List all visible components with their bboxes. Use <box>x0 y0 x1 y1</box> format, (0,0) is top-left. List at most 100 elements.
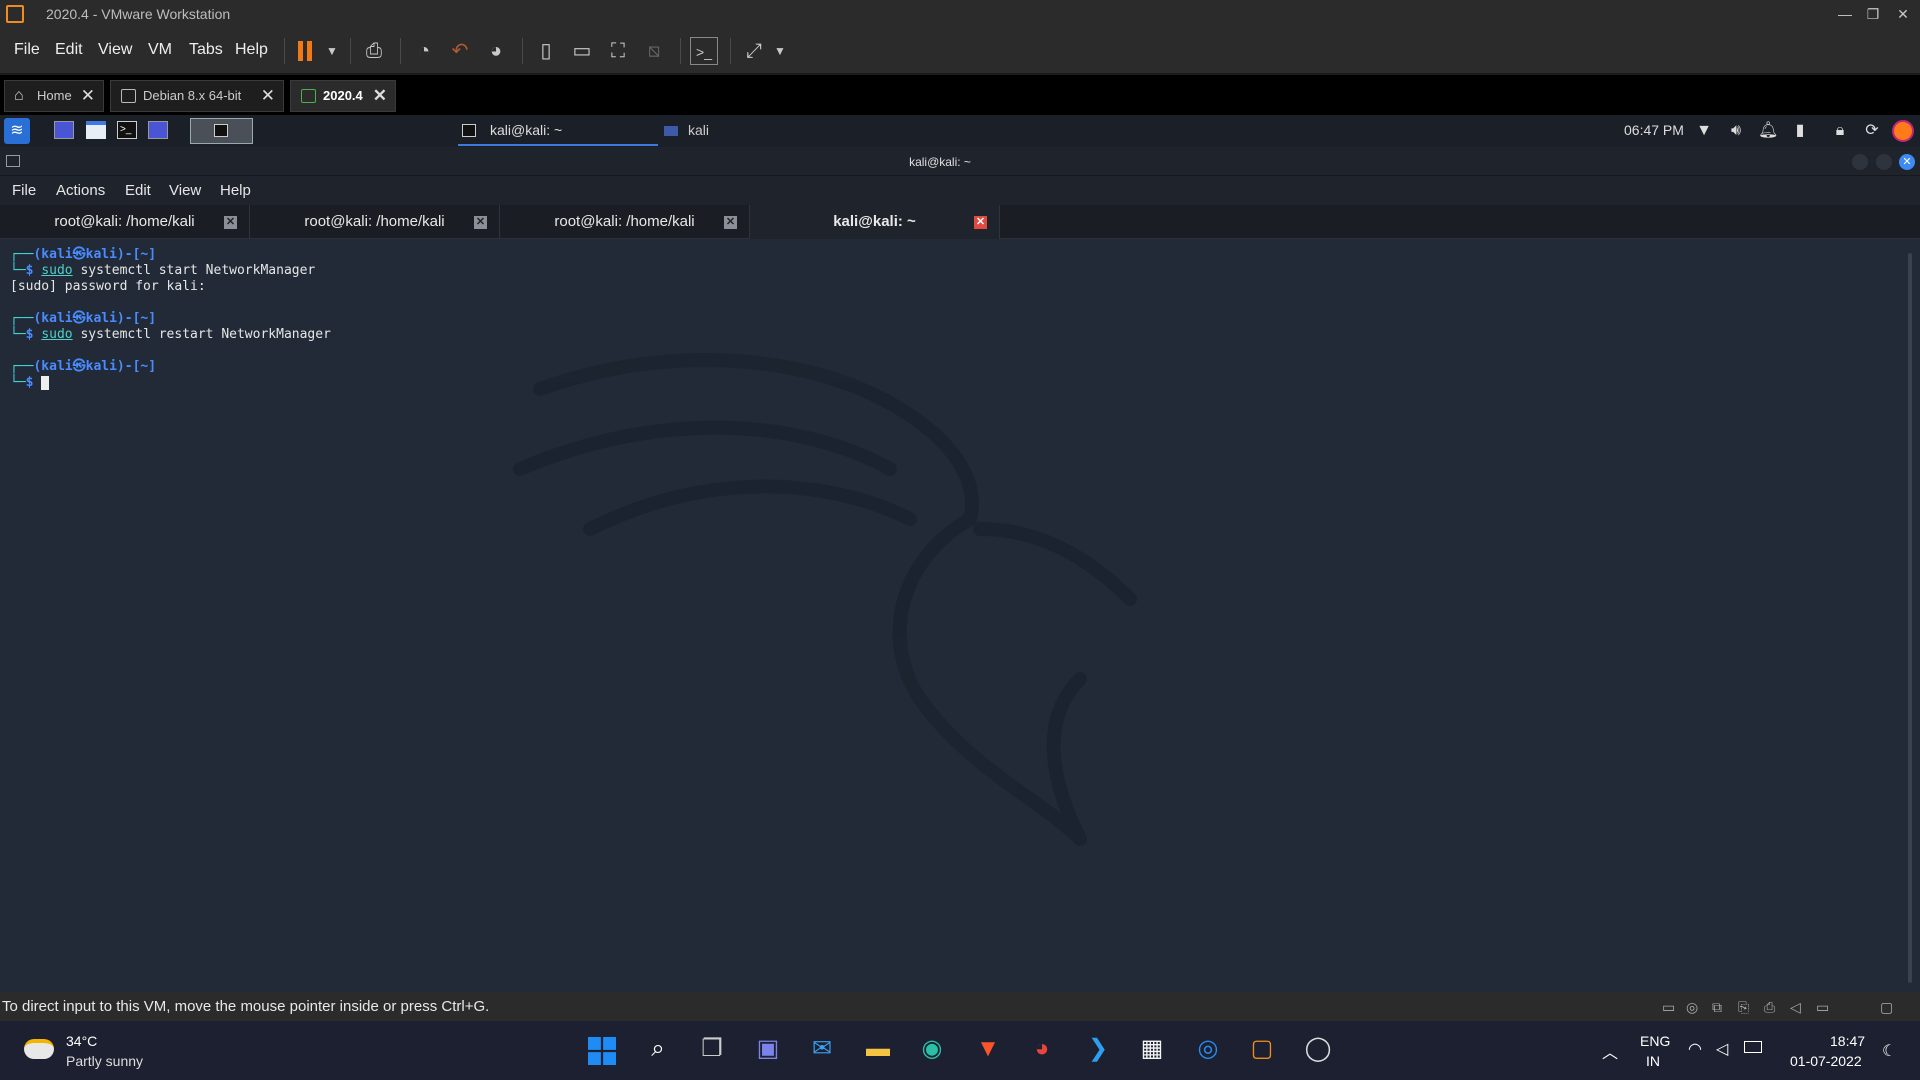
weather-desc[interactable]: Partly sunny <box>66 1053 143 1069</box>
cd-icon[interactable]: ◎ <box>1686 999 1698 1016</box>
language-top[interactable]: ENG <box>1640 1033 1670 1049</box>
terminal-tab-1[interactable]: root@kali: /home/kali ✕ <box>0 205 250 239</box>
sound-icon[interactable]: ◁ <box>1790 999 1801 1016</box>
terminal-tab-2[interactable]: root@kali: /home/kali ✕ <box>250 205 500 239</box>
mail-icon[interactable]: ✉ <box>804 1031 840 1067</box>
menu-file[interactable]: File <box>14 41 40 59</box>
network-adapter-icon[interactable]: ⧉ <box>1712 999 1722 1016</box>
vmware-taskbar-icon[interactable]: ▢ <box>1244 1031 1280 1067</box>
network-icon[interactable]: ▼ <box>1694 121 1714 141</box>
terminal-tab-4[interactable]: kali@kali: ~ ✕ <box>750 205 1000 239</box>
file-manager-icon[interactable] <box>86 121 106 139</box>
clock-date[interactable]: 01-07-2022 <box>1790 1053 1862 1069</box>
close-icon[interactable]: ✕ <box>373 81 387 111</box>
minimize-button[interactable]: — <box>1830 0 1860 29</box>
scrollbar[interactable] <box>1908 253 1912 983</box>
language-bottom[interactable]: IN <box>1646 1053 1660 1069</box>
menu-help[interactable]: Help <box>235 41 268 59</box>
menu-help[interactable]: Help <box>220 182 251 199</box>
show-desktop-icon[interactable] <box>54 121 74 139</box>
brave-icon[interactable]: ▼ <box>970 1031 1006 1067</box>
menu-tabs[interactable]: Tabs <box>189 41 223 59</box>
terminal-icon[interactable]: >_ <box>117 121 137 139</box>
edge-icon[interactable]: ◉ <box>914 1031 950 1067</box>
command-text: systemctl restart NetworkManager <box>72 327 331 342</box>
tab-label: Home <box>37 88 72 103</box>
clock[interactable]: 06:47 PM <box>1624 122 1684 138</box>
task-view-icon[interactable]: ❐ <box>694 1031 730 1067</box>
close-icon[interactable]: ✕ <box>224 216 237 229</box>
tab-2020-4[interactable]: 2020.4 ✕ <box>290 80 396 112</box>
chevron-down-icon[interactable]: ▼ <box>318 37 346 65</box>
tab-home[interactable]: ⌂ Home ✕ <box>4 80 104 112</box>
snapshot-icon[interactable]: ◔ <box>410 37 438 65</box>
close-button[interactable]: ✕ <box>1888 0 1918 29</box>
chevron-down-icon[interactable]: ▼ <box>766 37 794 65</box>
printer-icon[interactable]: ⎙ <box>1764 999 1775 1016</box>
close-button[interactable]: ✕ <box>1899 154 1915 170</box>
revert-snapshot-icon[interactable]: ↶ <box>446 37 474 65</box>
file-explorer-icon[interactable]: ▬ <box>860 1031 896 1067</box>
refresh-icon[interactable]: ⟳ <box>1862 121 1882 141</box>
library-icon[interactable]: ▯ <box>532 37 560 65</box>
volume-icon[interactable]: 🔊︎ <box>1726 121 1746 141</box>
menu-view[interactable]: View <box>169 182 201 199</box>
maximize-button[interactable] <box>1876 154 1892 170</box>
chevron-up-icon[interactable]: ︿ <box>1602 1039 1618 1063</box>
focus-assist-icon[interactable]: ☾ <box>1882 1041 1896 1061</box>
hard-disk-icon[interactable]: ▭ <box>1662 999 1675 1016</box>
close-icon[interactable]: ✕ <box>81 81 95 111</box>
ms-store-icon[interactable]: ▦ <box>1134 1031 1170 1067</box>
terminal-output[interactable]: ┌──(kali㉿kali)-[~] └─$ sudo systemctl st… <box>0 239 1920 992</box>
search-icon[interactable]: ⌕ <box>640 1031 676 1067</box>
message-icon[interactable]: ▢ <box>1880 999 1893 1016</box>
close-icon[interactable]: ✕ <box>724 216 737 229</box>
full-screen-icon[interactable]: ⛶ <box>604 37 632 65</box>
minimize-button[interactable] <box>1852 154 1868 170</box>
weather-cloud-icon[interactable] <box>24 1039 54 1059</box>
unity-icon[interactable]: ⧅ <box>640 37 668 65</box>
menu-edit[interactable]: Edit <box>125 182 151 199</box>
stretch-guest-icon[interactable]: ⤢ <box>740 37 768 65</box>
teams-chat-icon[interactable]: ▣ <box>750 1031 786 1067</box>
snapshot-manager-icon[interactable]: ◕ <box>482 37 510 65</box>
windows-start-icon[interactable] <box>588 1037 616 1065</box>
dell-icon[interactable]: ◯ <box>1300 1031 1336 1067</box>
notification-bell-icon[interactable]: 🔔︎ <box>1758 121 1778 141</box>
usb-icon[interactable]: ⎘ <box>1738 999 1749 1016</box>
screen-recorder-icon[interactable] <box>148 121 168 139</box>
restore-button[interactable]: ❐ <box>1858 0 1888 29</box>
menu-view[interactable]: View <box>98 41 132 59</box>
console-view-icon[interactable]: >_ <box>690 37 718 65</box>
taskbar-item-terminal[interactable]: kali@kali: ~ <box>458 116 658 146</box>
send-ctrl-alt-del-icon[interactable]: ⎙ <box>360 37 388 65</box>
terminal-line: └─$ sudo systemctl start NetworkManager <box>10 263 316 278</box>
menu-file[interactable]: File <box>12 182 36 199</box>
terminal-window-title: kali@kali: ~ <box>909 155 971 169</box>
wifi-icon[interactable]: ◠ <box>1688 1039 1702 1059</box>
vscode-icon[interactable]: ❯ <box>1080 1031 1116 1067</box>
tab-debian[interactable]: Debian 8.x 64-bit ✕ <box>110 80 284 112</box>
lock-icon[interactable]: 🔒︎ <box>1830 121 1850 141</box>
clock-time[interactable]: 18:47 <box>1830 1033 1865 1049</box>
firefox-icon[interactable] <box>1892 120 1914 142</box>
menu-edit[interactable]: Edit <box>55 41 83 59</box>
taskbar-item-kali[interactable]: kali <box>660 116 810 146</box>
tab-label: root@kali: /home/kali <box>554 213 695 230</box>
weather-temp[interactable]: 34°C <box>66 1033 97 1049</box>
close-icon[interactable]: ✕ <box>261 81 275 111</box>
close-icon[interactable]: ✕ <box>974 216 987 229</box>
chrome-icon[interactable]: ◕ <box>1024 1031 1060 1067</box>
close-icon[interactable]: ✕ <box>474 216 487 229</box>
kali-menu-icon[interactable]: ≋ <box>4 118 30 144</box>
thumbnail-bar-icon[interactable]: ▭ <box>568 37 596 65</box>
terminal-tab-3[interactable]: root@kali: /home/kali ✕ <box>500 205 750 239</box>
display-icon[interactable]: ▭ <box>1816 999 1829 1016</box>
battery-icon[interactable] <box>1744 1041 1762 1053</box>
menu-vm[interactable]: VM <box>148 41 172 59</box>
menu-actions[interactable]: Actions <box>56 182 105 199</box>
battery-icon[interactable]: ▮ <box>1790 121 1810 141</box>
speaker-icon[interactable]: ◁ <box>1716 1039 1728 1059</box>
safari-like-icon[interactable]: ◎ <box>1190 1031 1226 1067</box>
pause-icon[interactable] <box>298 41 312 61</box>
